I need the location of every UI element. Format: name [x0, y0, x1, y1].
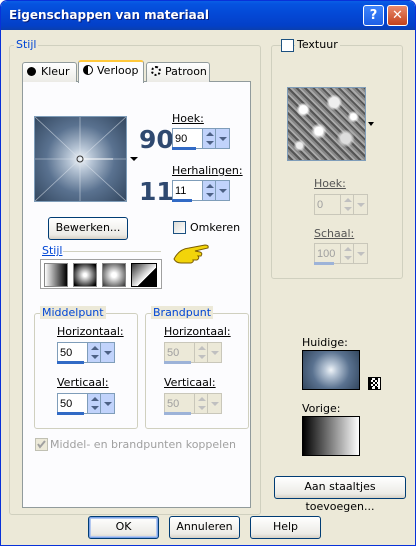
rectangular-gradient-style-button[interactable]	[73, 263, 97, 287]
koppelen-checkbox[interactable]	[35, 438, 48, 451]
herhalingen-dropdown[interactable]	[215, 180, 230, 201]
textuur-hoek-input[interactable]	[314, 194, 341, 215]
vorige-label: Vorige:	[302, 402, 341, 415]
stijl-divider	[63, 251, 161, 252]
middelpunt-horizontaal-dropdown[interactable]	[100, 342, 115, 363]
filled-circle-icon	[27, 67, 36, 76]
herhalingen-slider-bar[interactable]	[172, 199, 192, 202]
hoek-input[interactable]	[172, 128, 203, 149]
brandpunt-horizontaal-label: Horizontaal:	[164, 325, 231, 338]
help-title-button[interactable]: ?	[363, 5, 384, 26]
ok-button[interactable]: OK	[88, 516, 159, 539]
brandpunt-horizontaal-dropdown[interactable]	[207, 342, 222, 363]
stijl-sub-legend: Stijl	[42, 244, 63, 257]
middelpunt-verticaal-label: Verticaal:	[57, 376, 109, 389]
hoek-label: Hoek:	[172, 112, 204, 125]
textuur-hoek-label: Hoek:	[314, 177, 346, 190]
textuur-schaal-input[interactable]	[314, 243, 341, 264]
tab-kleur[interactable]: Kleur	[22, 62, 77, 82]
textuur-checkbox[interactable]	[281, 39, 294, 52]
aan-staaltjes-toevoegen-button[interactable]: Aan staaltjes toevoegen...	[274, 476, 406, 513]
tab-patroon-label: Patroon	[165, 65, 207, 78]
linear-gradient-style-button[interactable]	[44, 263, 68, 287]
half-circle-icon	[83, 65, 93, 75]
textuur-hoek-dropdown[interactable]	[353, 194, 368, 215]
huidige-label: Huidige:	[302, 336, 348, 349]
omkeren-checkbox[interactable]	[173, 221, 186, 234]
brandpunt-verticaal-dropdown[interactable]	[207, 393, 222, 414]
middelpunt-horizontaal-label: Horizontaal:	[57, 325, 124, 338]
brandpunt-horizontaal-bar	[164, 361, 191, 364]
radial-gradient-style-button-selected[interactable]	[131, 263, 157, 287]
herhalingen-input[interactable]	[172, 180, 203, 201]
gradient-dropdown-arrow-icon[interactable]	[130, 157, 138, 161]
brandpunt-legend: Brandpunt	[151, 306, 214, 319]
middelpunt-horizontaal-bar[interactable]	[57, 361, 84, 364]
hoek-slider-bar[interactable]	[172, 147, 196, 150]
textuur-label[interactable]: Textuur	[295, 38, 340, 51]
swap-checker-icon[interactable]	[368, 377, 381, 390]
middelpunt-legend: Middelpunt	[40, 306, 106, 319]
koppelen-label: Middel- en brandpunten koppelen	[50, 438, 236, 451]
tab-verloop-label: Verloop	[97, 64, 139, 77]
checker-inner	[371, 380, 378, 387]
brandpunt-verticaal-label: Verticaal:	[164, 376, 216, 389]
textuur-schaal-bar	[314, 262, 334, 265]
hoek-big-value: 90	[139, 125, 174, 154]
previous-material-swatch[interactable]	[302, 416, 360, 456]
texture-dropdown-arrow-icon[interactable]	[368, 122, 374, 126]
gradient-style-strip	[40, 259, 162, 289]
textuur-schaal-label: Schaal:	[314, 227, 355, 240]
herhalingen-label: Herhalingen:	[172, 164, 243, 177]
window-title: Eigenschappen van materiaal	[9, 8, 209, 22]
annuleren-button[interactable]: Annuleren	[169, 516, 240, 539]
dialog-window: Eigenschappen van materiaal ? ✕ Stijl Kl…	[0, 0, 416, 546]
help-button[interactable]: Help	[250, 516, 321, 539]
brandpunt-horizontaal-input[interactable]	[164, 342, 195, 363]
gradient-preview[interactable]	[34, 116, 127, 202]
middelpunt-verticaal-input[interactable]	[57, 393, 88, 414]
textuur-schaal-dropdown[interactable]	[353, 243, 368, 264]
current-material-swatch	[302, 350, 360, 390]
omkeren-label[interactable]: Omkeren	[190, 221, 240, 234]
sunburst-gradient-style-button[interactable]	[102, 263, 126, 287]
tab-patroon[interactable]: Patroon	[146, 62, 210, 82]
hoek-dropdown[interactable]	[215, 128, 230, 149]
pattern-icon	[151, 66, 161, 76]
stijl-legend: Stijl	[14, 38, 39, 51]
close-button[interactable]: ✕	[387, 5, 408, 26]
tab-kleur-label: Kleur	[41, 65, 70, 78]
middelpunt-horizontaal-input[interactable]	[57, 342, 88, 363]
brandpunt-verticaal-bar	[164, 412, 191, 415]
checkmark-icon	[37, 440, 46, 449]
brandpunt-verticaal-input[interactable]	[164, 393, 195, 414]
herhalingen-big-value: 11	[139, 177, 174, 206]
tab-verloop[interactable]: Verloop	[78, 60, 144, 83]
texture-preview[interactable]	[287, 87, 366, 161]
pointing-hand-icon	[173, 244, 209, 264]
bewerken-button[interactable]: Bewerken...	[48, 217, 128, 240]
gradient-rays	[35, 117, 126, 201]
title-bar[interactable]: Eigenschappen van materiaal ? ✕	[1, 1, 415, 30]
middelpunt-verticaal-dropdown[interactable]	[100, 393, 115, 414]
middelpunt-verticaal-bar[interactable]	[57, 412, 84, 415]
